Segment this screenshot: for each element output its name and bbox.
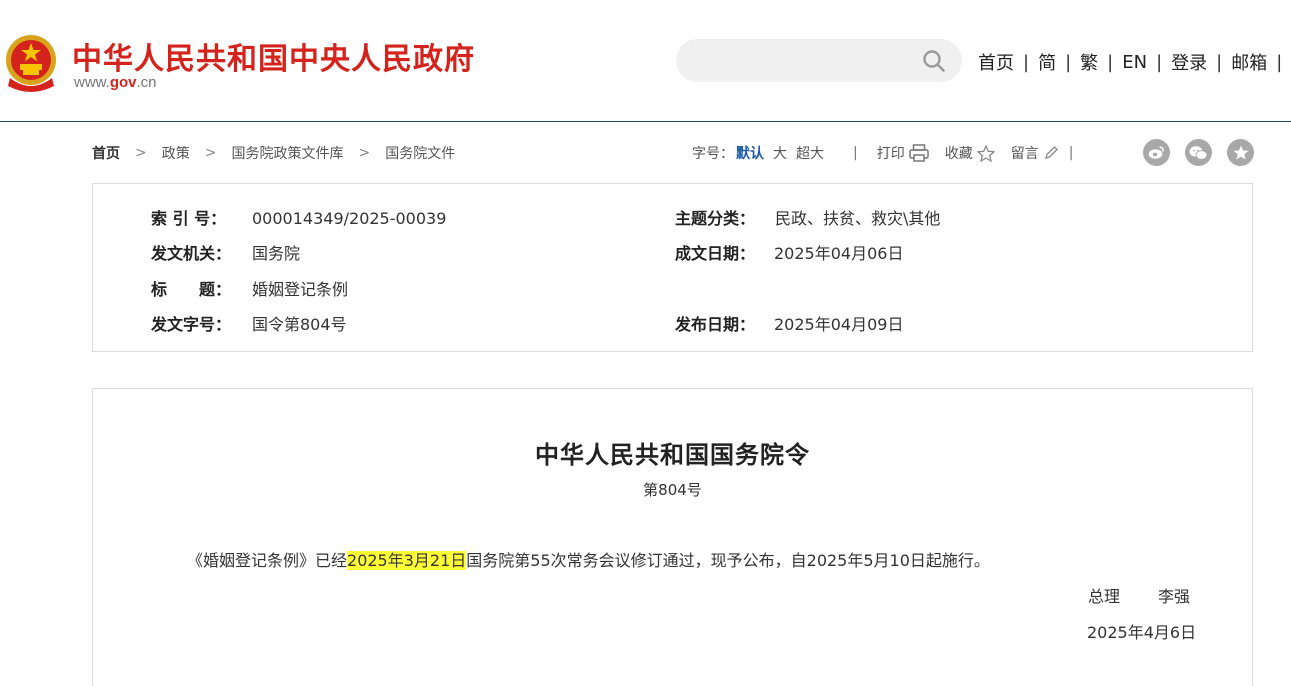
nav-separator: | (1107, 51, 1114, 73)
favorite-button[interactable]: 收藏 (945, 143, 995, 163)
nav-separator: | (1065, 51, 1072, 73)
meta-title-value: 婚姻登记条例 (252, 280, 349, 299)
meta-issuer-label: 发文机关： (151, 244, 232, 263)
comment-label: 留言 (1010, 146, 1039, 162)
highlighted-date: 2025年3月21日 (347, 551, 467, 570)
breadcrumb-separator: > (135, 145, 147, 161)
meta-doc-number-value: 国令第804号 (252, 315, 347, 334)
site-url: www.gov.cn (74, 74, 157, 91)
wechat-icon (1189, 145, 1208, 160)
paragraph-text-before: 《婚姻登记条例》已经 (187, 551, 348, 570)
meta-index: 索 引 号： 000014349/2025-00039 (151, 205, 446, 229)
site-header: 中华人民共和国中央人民政府 www.gov.cn 首页 | 简 | 繁 | EN… (0, 0, 1291, 122)
breadcrumb-state-council-docs[interactable]: 国务院文件 (385, 143, 455, 163)
signer-name: 李强 (1158, 587, 1191, 606)
meta-doc-number-label: 发文字号： (151, 315, 232, 334)
signer-role: 总理 (1088, 587, 1121, 606)
document-paragraph: 《婚姻登记条例》已经2025年3月21日国务院第55次常务会议修订通过，现予公布… (187, 547, 990, 571)
paragraph-text-after: 国务院第55次常务会议修订通过，现予公布，自2025年5月10日起施行。 (466, 551, 990, 570)
meta-doc-number: 发文字号： 国令第804号 (151, 311, 347, 335)
favorite-star-icon (1233, 145, 1248, 160)
top-nav: 首页 | 简 | 繁 | EN | 登录 | 邮箱 | (978, 49, 1291, 75)
url-gov: gov (109, 74, 137, 91)
toolbar-separator: | (1068, 145, 1074, 161)
breadcrumb: 首页 > 政策 > 国务院政策文件库 > 国务院文件 (92, 143, 455, 163)
pencil-icon (1044, 146, 1058, 159)
nav-separator: | (1276, 51, 1283, 73)
breadcrumb-home[interactable]: 首页 (92, 143, 120, 163)
nav-separator: | (1156, 51, 1163, 73)
nav-home[interactable]: 首页 (978, 49, 1014, 75)
meta-subject: 主题分类： 民政、扶贫、救灾\其他 (675, 205, 940, 229)
article-toolbar: 字号： 默认 大 超大 | 打印 收藏 留言 | (692, 143, 1073, 163)
font-size-label: 字号： (692, 146, 734, 162)
meta-subject-label: 主题分类： (675, 209, 756, 228)
comment-button[interactable]: 留言 (1011, 143, 1059, 163)
font-size-default[interactable]: 默认 (736, 143, 764, 163)
meta-index-value: 000014349/2025-00039 (252, 209, 447, 228)
document-body: 中华人民共和国国务院令 第804号 《婚姻登记条例》已经2025年3月21日国务… (92, 388, 1253, 686)
search-input[interactable] (696, 47, 916, 74)
nav-separator: | (1023, 51, 1030, 73)
toolbar-separator: | (853, 145, 858, 161)
meta-written-date-label: 成文日期： (675, 244, 756, 263)
meta-written-date-value: 2025年04月06日 (774, 244, 904, 263)
meta-publish-date-value: 2025年04月09日 (774, 315, 904, 334)
meta-title-label: 标 题： (151, 280, 232, 299)
nav-traditional[interactable]: 繁 (1080, 49, 1098, 75)
sign-date: 2025年4月6日 (1087, 623, 1197, 642)
meta-issuer-value: 国务院 (252, 244, 301, 263)
favorite-label: 收藏 (944, 146, 973, 162)
nav-mail[interactable]: 邮箱 (1231, 49, 1267, 75)
url-prefix: www. (74, 74, 110, 91)
meta-index-label: 索 引 号： (151, 209, 227, 228)
nav-separator: | (1216, 51, 1223, 73)
breadcrumb-policy[interactable]: 政策 (162, 143, 190, 163)
search-icon[interactable] (922, 49, 946, 73)
meta-written-date: 成文日期： 2025年04月06日 (675, 240, 903, 264)
font-size-extra-large[interactable]: 超大 (796, 143, 824, 163)
nav-simplified[interactable]: 简 (1038, 49, 1056, 75)
document-meta-box: 索 引 号： 000014349/2025-00039 主题分类： 民政、扶贫、… (92, 183, 1253, 352)
url-suffix: .cn (136, 74, 157, 91)
wechat-share-button[interactable] (1185, 139, 1212, 166)
document-title: 中华人民共和国国务院令 (535, 440, 810, 469)
meta-issuer: 发文机关： 国务院 (151, 240, 300, 264)
star-icon (976, 144, 995, 162)
weibo-share-button[interactable] (1143, 139, 1170, 166)
font-size-large[interactable]: 大 (773, 143, 787, 163)
weibo-icon (1148, 146, 1164, 159)
breadcrumb-policy-library[interactable]: 国务院政策文件库 (231, 143, 343, 163)
meta-title: 标 题： 婚姻登记条例 (151, 276, 348, 300)
favorite-share-button[interactable] (1227, 139, 1254, 166)
print-label: 打印 (876, 146, 905, 162)
site-title[interactable]: 中华人民共和国中央人民政府 (72, 34, 475, 78)
search-box (676, 39, 962, 82)
print-button[interactable]: 打印 (877, 143, 929, 163)
meta-publish-date: 发布日期： 2025年04月09日 (675, 311, 903, 335)
national-emblem-icon[interactable] (4, 34, 58, 92)
nav-login[interactable]: 登录 (1171, 49, 1207, 75)
meta-subject-value: 民政、扶贫、救灾\其他 (775, 209, 941, 228)
signer: 总理 李强 (1088, 583, 1190, 607)
nav-english[interactable]: EN (1122, 52, 1147, 73)
printer-icon (908, 144, 929, 162)
document-number: 第804号 (643, 481, 702, 499)
breadcrumb-separator: > (204, 145, 217, 161)
meta-publish-date-label: 发布日期： (675, 315, 756, 334)
breadcrumb-separator: > (358, 145, 371, 161)
